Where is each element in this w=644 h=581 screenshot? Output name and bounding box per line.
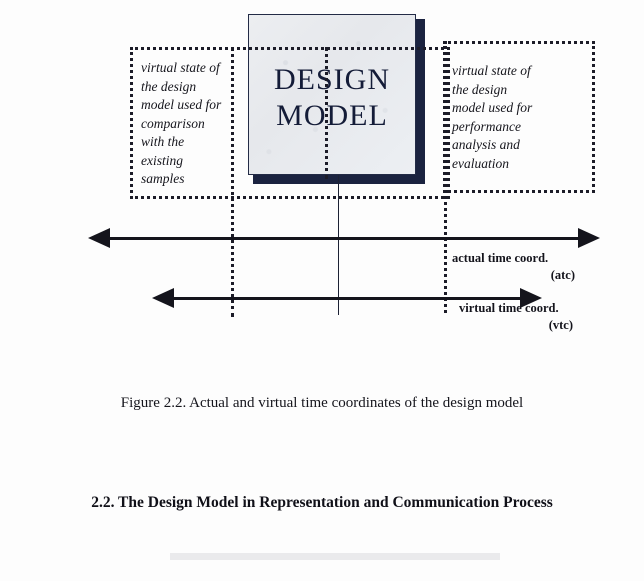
arrow-right-icon <box>578 228 600 248</box>
vertical-dotted-guide-middle <box>325 47 328 179</box>
scan-artifact <box>170 553 500 560</box>
virtual-time-axis-label: virtual time coord. <box>459 301 559 315</box>
right-annotation-text: virtual state of the design model used f… <box>452 63 533 171</box>
actual-time-axis-label-group: actual time coord. (atc) <box>452 250 597 284</box>
vertical-dotted-guide-right <box>444 41 447 313</box>
figure-caption: Figure 2.2. Actual and virtual time coor… <box>120 395 524 411</box>
virtual-time-axis-abbr: (vtc) <box>548 318 573 332</box>
actual-time-axis-abbr: (atc) <box>550 268 575 282</box>
virtual-time-axis-label-group: virtual time coord. (vtc) <box>459 300 609 334</box>
actual-time-axis <box>88 228 600 250</box>
axis-line <box>104 237 584 240</box>
figure-diagram: DESIGN MODEL virtual state of the design… <box>0 0 644 370</box>
section-heading: 2.2. The Design Model in Representation … <box>91 494 553 511</box>
actual-time-axis-label: actual time coord. <box>452 251 549 265</box>
left-annotation-text: virtual state of the design model used f… <box>141 60 222 186</box>
